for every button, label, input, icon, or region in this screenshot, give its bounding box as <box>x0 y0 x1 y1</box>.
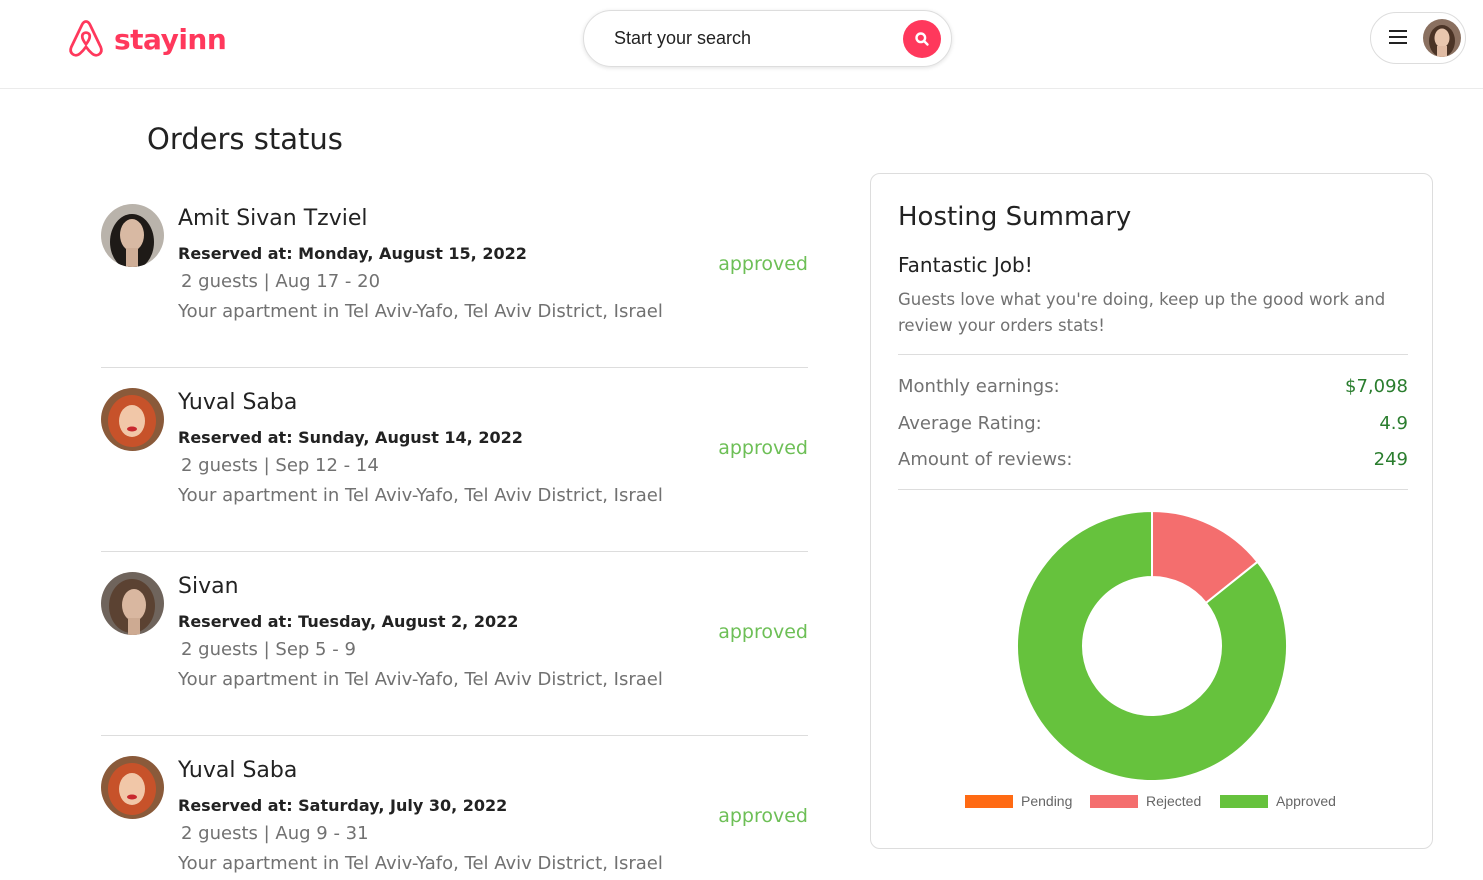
legend-swatch <box>1090 795 1138 808</box>
summary-title: Hosting Summary <box>898 202 1132 232</box>
stat-value: $7,098 <box>1345 376 1408 397</box>
stat-average-rating: Average Rating: 4.9 <box>898 413 1408 439</box>
reserved-date: Reserved at: Sunday, August 14, 2022 <box>178 428 523 447</box>
page-title: Orders status <box>147 122 343 156</box>
legend-item-rejected[interactable]: Rejected <box>1090 793 1201 809</box>
stat-value: 4.9 <box>1379 413 1408 434</box>
apartment-location: Your apartment in Tel Aviv-Yafo, Tel Avi… <box>178 485 663 506</box>
logo-text: stayinn <box>114 22 227 56</box>
order-item[interactable]: Amit Sivan Tzviel Reserved at: Monday, A… <box>101 184 808 368</box>
legend-label: Approved <box>1276 793 1336 809</box>
order-status: approved <box>718 253 808 275</box>
stat-monthly-earnings: Monthly earnings: $7,098 <box>898 376 1408 402</box>
stat-label: Amount of reviews: <box>898 449 1073 470</box>
apartment-location: Your apartment in Tel Aviv-Yafo, Tel Avi… <box>178 301 663 322</box>
guests-and-dates: 2 guests | Aug 9 - 31 <box>181 823 369 844</box>
legend-item-approved[interactable]: Approved <box>1220 793 1336 809</box>
apartment-location: Your apartment in Tel Aviv-Yafo, Tel Avi… <box>178 853 663 874</box>
guest-name: Yuval Saba <box>178 758 298 783</box>
order-item[interactable]: Sivan Reserved at: Tuesday, August 2, 20… <box>101 552 808 736</box>
legend-label: Pending <box>1021 793 1072 809</box>
guest-name: Sivan <box>178 574 239 599</box>
stat-value: 249 <box>1373 449 1408 470</box>
apartment-location: Your apartment in Tel Aviv-Yafo, Tel Avi… <box>178 669 663 690</box>
user-avatar <box>1423 19 1461 57</box>
guest-avatar <box>101 204 164 267</box>
guest-avatar <box>101 756 164 819</box>
user-menu-button[interactable] <box>1370 12 1466 64</box>
reserved-date: Reserved at: Saturday, July 30, 2022 <box>178 796 508 815</box>
stat-amount-of-reviews: Amount of reviews: 249 <box>898 449 1408 475</box>
reserved-date: Reserved at: Monday, August 15, 2022 <box>178 244 527 263</box>
order-status: approved <box>718 621 808 643</box>
legend-swatch <box>1220 795 1268 808</box>
stat-label: Average Rating: <box>898 413 1042 434</box>
guest-name: Yuval Saba <box>178 390 298 415</box>
legend-label: Rejected <box>1146 793 1201 809</box>
divider <box>898 489 1408 490</box>
guests-and-dates: 2 guests | Aug 17 - 20 <box>181 271 381 292</box>
summary-subtitle: Fantastic Job! <box>898 253 1033 277</box>
reserved-date: Reserved at: Tuesday, August 2, 2022 <box>178 612 519 631</box>
orders-donut-chart: Pending Rejected Approved <box>965 509 1336 809</box>
order-item[interactable]: Yuval Saba Reserved at: Sunday, August 1… <box>101 368 808 552</box>
legend-swatch <box>965 795 1013 808</box>
order-status: approved <box>718 437 808 459</box>
search-bar[interactable]: Start your search <box>583 10 952 67</box>
airbnb-logo-icon <box>69 20 103 57</box>
guest-name: Amit Sivan Tzviel <box>178 206 368 231</box>
hamburger-menu-icon <box>1389 30 1407 46</box>
stat-label: Monthly earnings: <box>898 376 1060 397</box>
guests-and-dates: 2 guests | Sep 5 - 9 <box>181 639 356 660</box>
search-button[interactable] <box>903 20 941 58</box>
order-item[interactable]: Yuval Saba Reserved at: Saturday, July 3… <box>101 736 808 880</box>
guest-avatar <box>101 388 164 451</box>
order-status: approved <box>718 805 808 827</box>
guests-and-dates: 2 guests | Sep 12 - 14 <box>181 455 379 476</box>
legend-item-pending[interactable]: Pending <box>965 793 1072 809</box>
hosting-summary-card: Hosting Summary Fantastic Job! Guests lo… <box>870 173 1433 849</box>
search-icon <box>915 32 929 46</box>
summary-description: Guests love what you're doing, keep up t… <box>898 290 1386 335</box>
guest-avatar <box>101 572 164 635</box>
logo[interactable]: stayinn <box>66 17 227 61</box>
divider <box>898 354 1408 355</box>
top-header: stayinn Start your search <box>0 0 1483 89</box>
search-placeholder: Start your search <box>614 28 752 48</box>
